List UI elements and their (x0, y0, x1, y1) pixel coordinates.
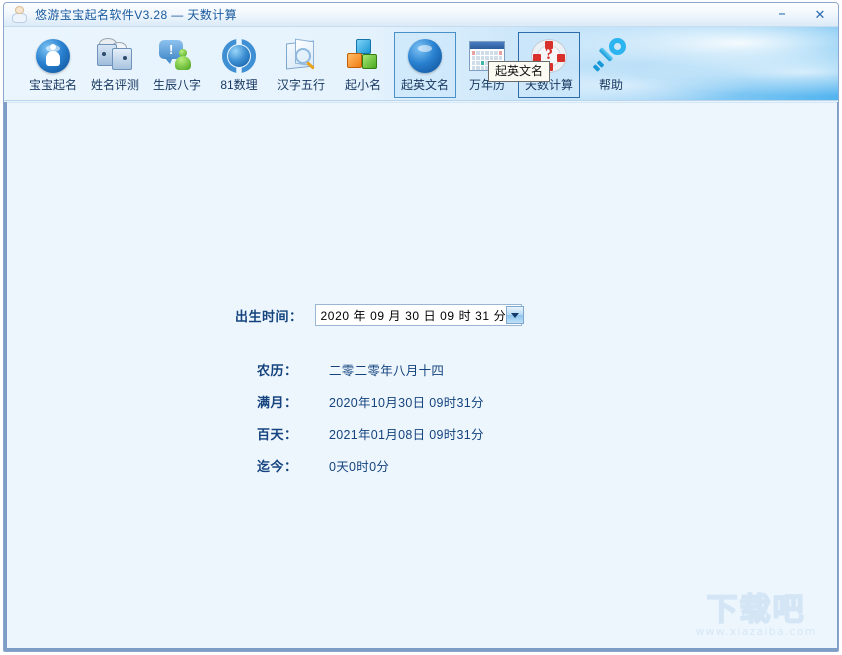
birth-datetime-picker[interactable]: 2020 年 09 月 30 日 09 时 31 分 (314, 304, 525, 326)
application-root: 悠游宝宝起名软件V3.28 — 天数计算 – ✕ 宝宝起名 姓名评测 ! 生辰八… (0, 0, 842, 655)
window-controls: – ✕ (770, 3, 832, 27)
speech-bubble-person-icon: ! (157, 36, 197, 76)
toolbar-button-bazi[interactable]: ! 生辰八字 (146, 32, 208, 98)
result-label: 农历： (257, 363, 298, 378)
toolbar-label: 汉字五行 (276, 78, 325, 92)
result-value: 2021年01月08日 09时31分 (329, 428, 484, 442)
toolbar-button-english-name[interactable]: 起英文名 (394, 32, 456, 98)
toolbar-label: 宝宝起名 (28, 78, 77, 92)
content-inner: 出生时间： 2020 年 09 月 30 日 09 时 31 分 农历： 二零二… (7, 102, 837, 648)
two-faces-icon (95, 36, 135, 76)
title-bar: 悠游宝宝起名软件V3.28 — 天数计算 – ✕ (4, 3, 838, 27)
refresh-globe-icon (219, 36, 259, 76)
result-value: 2020年10月30日 09时31分 (329, 396, 484, 410)
toolbar-label: 起英文名 (400, 78, 449, 92)
toolbar-button-hanzi-wuxing[interactable]: 汉字五行 (270, 32, 332, 98)
watermark: 下载吧 www.xiazaiba.com (685, 592, 827, 638)
key-icon (591, 36, 631, 76)
toolbar-button-help[interactable]: 帮助 (580, 32, 642, 98)
blue-globe-icon (405, 36, 445, 76)
toolbar-button-baby-naming[interactable]: 宝宝起名 (22, 32, 84, 98)
birth-datetime-value: 2020 年 09 月 30 日 09 时 31 分 (320, 308, 507, 323)
minimize-button[interactable]: – (770, 4, 794, 25)
result-label: 满月： (257, 395, 298, 410)
toolbar-button-nickname[interactable]: 起小名 (332, 32, 394, 98)
birth-time-row: 出生时间： 2020 年 09 月 30 日 09 时 31 分 (235, 304, 525, 326)
watermark-logo-text: 下载吧 (706, 592, 806, 628)
colored-cubes-icon (343, 36, 383, 76)
toolbar-button-name-rating[interactable]: 姓名评测 (84, 32, 146, 98)
baby-icon (11, 6, 28, 23)
birth-time-label: 出生时间： (235, 308, 303, 324)
tooltip: 起英文名 (488, 61, 551, 82)
toolbar-label: 生辰八字 (152, 78, 201, 92)
result-value: 0天0时0分 (329, 460, 390, 474)
content-pane: 出生时间： 2020 年 09 月 30 日 09 时 31 分 农历： 二零二… (4, 102, 838, 651)
toolbar-label: 起小名 (344, 78, 381, 92)
toolbar-button-81-numerology[interactable]: 81数理 (208, 32, 270, 98)
result-row-hundred-days: 百天： 2021年01月08日 09时31分 (257, 424, 484, 443)
book-magnifier-icon (281, 36, 321, 76)
result-row-until-now: 迄今： 0天0时0分 (257, 456, 389, 475)
result-row-lunar: 农历： 二零二零年八月十四 (257, 360, 444, 379)
watermark-url: www.xiazaiba.com (695, 625, 817, 638)
result-label: 迄今： (257, 459, 298, 474)
toolbar: 宝宝起名 姓名评测 ! 生辰八字 81数理 汉字五行 起小名 起英文名 万年历 … (4, 27, 838, 101)
main-window: 悠游宝宝起名软件V3.28 — 天数计算 – ✕ 宝宝起名 姓名评测 ! 生辰八… (3, 2, 839, 652)
window-title: 悠游宝宝起名软件V3.28 — 天数计算 (35, 8, 238, 22)
close-button[interactable]: ✕ (808, 5, 832, 25)
toolbar-items: 宝宝起名 姓名评测 ! 生辰八字 81数理 汉字五行 起小名 起英文名 万年历 … (4, 27, 838, 100)
chevron-down-icon[interactable] (506, 306, 525, 324)
accessibility-disc-icon (33, 36, 73, 76)
result-value: 二零二零年八月十四 (329, 364, 445, 378)
result-label: 百天： (257, 427, 298, 442)
result-row-full-month: 满月： 2020年10月30日 09时31分 (257, 392, 484, 411)
toolbar-label: 姓名评测 (90, 78, 139, 92)
toolbar-label: 帮助 (598, 78, 623, 92)
toolbar-label: 81数理 (220, 78, 258, 92)
